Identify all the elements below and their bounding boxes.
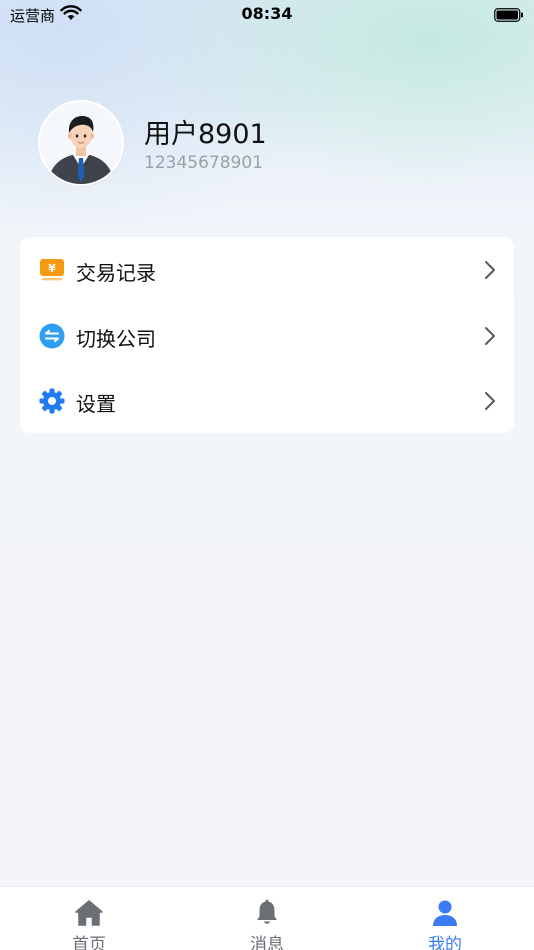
gear-icon — [39, 388, 65, 414]
tab-messages[interactable]: 消息 — [178, 887, 356, 950]
profile-header: 用户8901 12345678901 — [38, 98, 498, 188]
switch-arrows-icon — [39, 323, 65, 349]
tab-label: 消息 — [250, 935, 284, 950]
chevron-right-icon — [484, 326, 496, 350]
menu-card: ¥ 交易记录 切换公司 设置 — [20, 237, 514, 433]
bell-icon — [252, 899, 282, 927]
battery-icon — [494, 7, 524, 26]
menu-item-label: 交易记录 — [76, 261, 156, 285]
chevron-right-icon — [484, 260, 496, 284]
tab-label: 首页 — [72, 935, 106, 950]
menu-item-settings[interactable]: 设置 — [20, 368, 514, 433]
chevron-right-icon — [484, 391, 496, 415]
tab-mine[interactable]: 我的 — [356, 887, 534, 950]
home-icon — [74, 899, 104, 927]
menu-item-switch-company[interactable]: 切换公司 — [20, 303, 514, 368]
status-bar: 运营商 08:34 — [0, 0, 534, 28]
user-phone: 12345678901 — [144, 153, 263, 173]
status-time: 08:34 — [241, 4, 293, 23]
bottom-tab-bar: 首页 消息 我的 — [0, 886, 534, 950]
user-name: 用户8901 — [144, 119, 267, 150]
svg-text:¥: ¥ — [48, 262, 56, 275]
tab-home[interactable]: 首页 — [0, 887, 178, 950]
person-icon — [430, 899, 460, 927]
menu-item-label: 切换公司 — [76, 327, 156, 351]
menu-item-label: 设置 — [76, 392, 116, 416]
avatar[interactable] — [38, 100, 124, 186]
tab-label: 我的 — [428, 935, 462, 950]
yuan-receipt-icon: ¥ — [39, 257, 65, 283]
menu-item-transactions[interactable]: ¥ 交易记录 — [20, 237, 514, 302]
